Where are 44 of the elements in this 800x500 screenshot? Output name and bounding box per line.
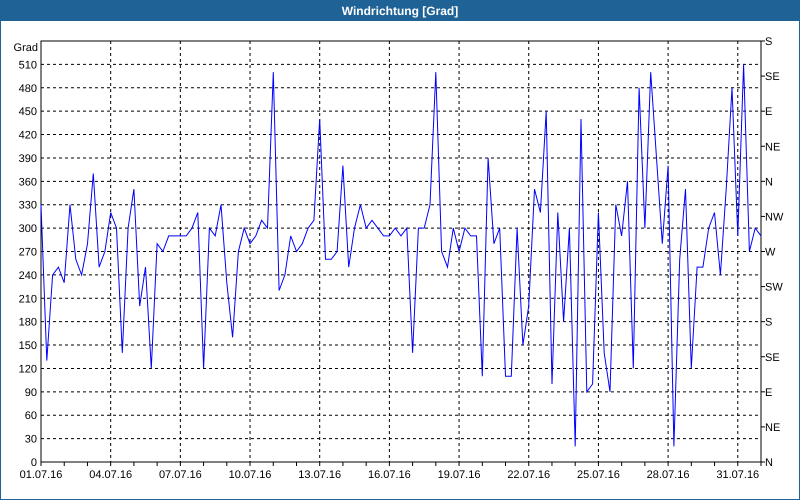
- y-tick-label: 480: [18, 82, 37, 95]
- x-tick-label: 19.07.16: [438, 469, 480, 481]
- x-tick-label: 07.07.16: [158, 469, 202, 481]
- x-tick-label: 25.07.16: [577, 469, 620, 481]
- direction-label: SE: [765, 71, 780, 84]
- y-tick-label: 180: [18, 316, 37, 329]
- y-tick-label: 450: [18, 106, 37, 118]
- y-tick-label: 420: [18, 130, 37, 142]
- direction-label: W: [765, 246, 776, 258]
- x-tick-label: 22.07.16: [507, 469, 550, 481]
- y-tick-label: 510: [18, 59, 37, 72]
- y-tick-label: 60: [24, 410, 37, 422]
- y-tick-label: 30: [24, 434, 37, 446]
- y-tick-label: 300: [18, 223, 37, 236]
- y-tick-label: 360: [18, 176, 37, 188]
- y-tick-label: 0: [30, 457, 37, 469]
- direction-label: NW: [765, 211, 784, 224]
- window-title: Windrichtung [Grad]: [342, 3, 458, 20]
- direction-label: S: [765, 316, 772, 329]
- direction-label: NE: [765, 141, 780, 154]
- x-tick-label: 04.07.16: [89, 469, 132, 481]
- direction-label: NE: [765, 422, 780, 434]
- y-tick-label: 120: [18, 363, 37, 376]
- direction-label: S: [765, 36, 772, 48]
- y-tick-label: 150: [18, 340, 37, 352]
- y-tick-label: 330: [18, 200, 37, 212]
- y-tick-label: 270: [18, 246, 37, 258]
- x-tick-label: 13.07.16: [298, 469, 342, 481]
- direction-label: SE: [765, 352, 780, 364]
- x-tick-label: 31.07.16: [716, 469, 760, 481]
- axis-title: Grad: [14, 42, 38, 54]
- direction-label: E: [765, 386, 772, 399]
- x-tick-label: 28.07.16: [646, 469, 690, 481]
- y-tick-label: 240: [18, 270, 37, 282]
- direction-label: E: [765, 106, 772, 118]
- x-tick-label: 01.07.16: [20, 469, 62, 481]
- y-tick-label: 90: [24, 386, 37, 399]
- direction-label: SW: [765, 282, 783, 294]
- x-tick-label: 10.07.16: [228, 469, 272, 481]
- y-tick-label: 210: [18, 293, 37, 306]
- direction-label: N: [765, 457, 773, 469]
- y-tick-label: 390: [18, 152, 37, 165]
- direction-label: N: [765, 176, 773, 188]
- x-tick-label: 16.07.16: [368, 469, 411, 481]
